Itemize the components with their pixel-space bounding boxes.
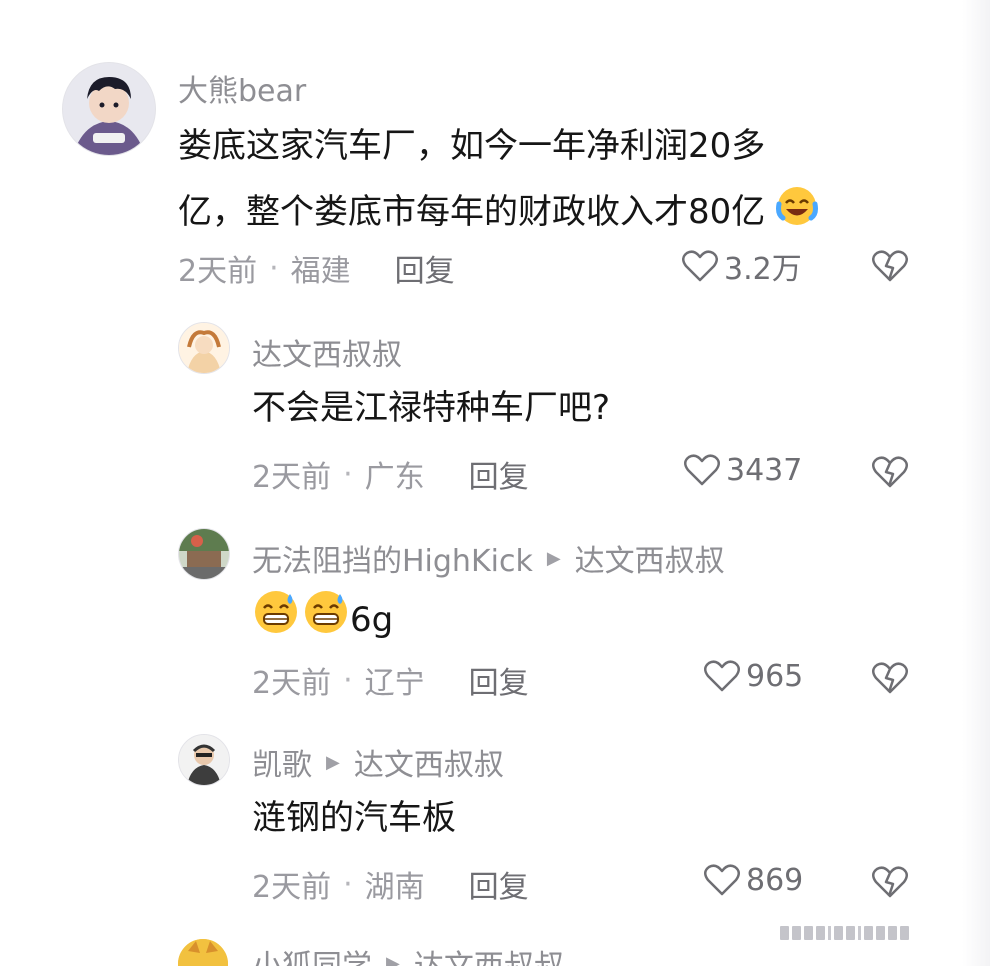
- triangle-right-icon: ▶: [326, 751, 340, 773]
- username[interactable]: 达文西叔叔: [252, 330, 402, 374]
- location: 福建: [290, 254, 351, 289]
- comment-text-line-wrap: 亿，整个娄底市每年的财政收入才80亿: [178, 184, 819, 239]
- username[interactable]: 小狐同学 ▶ 达文西叔叔: [252, 941, 564, 966]
- username[interactable]: 无法阻挡的HighKick ▶ 达文西叔叔: [252, 536, 725, 580]
- comment-text: 6g: [252, 588, 393, 651]
- timestamp: 2天前: [252, 460, 332, 495]
- avatar-illustration: [179, 529, 229, 579]
- reply-button[interactable]: 回复: [469, 452, 529, 496]
- comment-text: 不会是江禄特种车厂吧?: [252, 388, 611, 428]
- dislike-button[interactable]: [870, 658, 910, 702]
- username[interactable]: 凯歌 ▶ 达文西叔叔: [252, 740, 504, 784]
- avatar-illustration: [179, 735, 229, 785]
- username-text[interactable]: 凯歌: [252, 740, 312, 784]
- username-text[interactable]: 无法阻挡的HighKick: [252, 536, 533, 580]
- like-button[interactable]: 3437: [682, 450, 802, 490]
- heart-outline-icon: [682, 250, 718, 282]
- dislike-button[interactable]: [870, 452, 910, 496]
- reply-to-username[interactable]: 达文西叔叔: [414, 941, 564, 966]
- like-count: 965: [746, 658, 804, 694]
- broken-heart-icon: [872, 662, 908, 694]
- heart-outline-icon: [704, 660, 740, 692]
- like-button[interactable]: 869: [702, 860, 803, 900]
- username-text[interactable]: 小狐同学: [252, 941, 372, 966]
- comment-text: 涟钢的汽车板: [252, 798, 456, 838]
- comment-text-line: 娄底这家汽车厂，如今一年净利润20多: [178, 126, 766, 166]
- username-text[interactable]: 大熊bear: [178, 66, 306, 110]
- separator-dot: ·: [343, 662, 353, 698]
- username-text[interactable]: 达文西叔叔: [252, 330, 402, 374]
- comment-text: 娄底这家汽车厂，如今一年净利润20多 亿，整个娄底市每年的财政收入才80亿: [178, 124, 819, 239]
- triangle-right-icon: ▶: [546, 547, 561, 569]
- timestamp: 2天前: [178, 254, 258, 289]
- avatar-illustration: [179, 323, 229, 373]
- location: 湖南: [364, 870, 425, 905]
- reply-to-username[interactable]: 达文西叔叔: [575, 536, 725, 580]
- avatar[interactable]: [178, 322, 230, 374]
- sweat-grin-emoji-icon: [252, 588, 300, 651]
- like-count: 869: [746, 862, 804, 898]
- comment-meta: 2天前 · 广东 回复: [252, 452, 529, 496]
- avatar[interactable]: [178, 939, 228, 966]
- separator-dot: ·: [343, 866, 353, 902]
- scroll-edge: [962, 0, 990, 966]
- avatar[interactable]: [178, 734, 230, 786]
- laughing-crying-emoji-icon: [775, 184, 819, 239]
- sweat-grin-emoji-icon: [302, 588, 350, 651]
- reply-to-username[interactable]: 达文西叔叔: [354, 740, 504, 784]
- location: 广东: [364, 460, 425, 495]
- avatar-illustration: [63, 63, 155, 155]
- avatar[interactable]: [178, 528, 230, 580]
- comment-text-line: 亿，整个娄底市每年的财政收入才80亿: [178, 191, 766, 232]
- reply-button[interactable]: 回复: [395, 246, 455, 290]
- timestamp: 2天前: [252, 666, 332, 701]
- separator-dot: ·: [343, 456, 353, 492]
- timestamp: 2天前: [252, 870, 332, 905]
- reply-item-partial: 小狐同学 ▶ 达文西叔叔: [0, 935, 990, 966]
- location: 辽宁: [364, 666, 425, 701]
- triangle-right-icon: ▶: [386, 952, 400, 966]
- heart-outline-icon: [704, 864, 740, 896]
- username[interactable]: 大熊bear: [178, 66, 306, 110]
- comment-text-value: 6g: [350, 599, 394, 640]
- avatar[interactable]: [62, 62, 156, 156]
- heart-outline-icon: [684, 454, 720, 486]
- broken-heart-icon: [872, 866, 908, 898]
- separator-dot: ·: [269, 250, 279, 286]
- like-count: 3.2万: [724, 252, 802, 287]
- dislike-button[interactable]: [870, 246, 910, 290]
- avatar-illustration: [178, 939, 228, 966]
- like-button[interactable]: 3.2万: [680, 244, 802, 288]
- comment-meta: 2天前 · 湖南 回复: [252, 862, 529, 906]
- reply-button[interactable]: 回复: [469, 658, 529, 702]
- reply-button[interactable]: 回复: [469, 862, 529, 906]
- comment-meta: 2天前 · 辽宁 回复: [252, 658, 529, 702]
- comment-thread: 大熊bear 娄底这家汽车厂，如今一年净利润20多 亿，整个娄底市每年的财政收入…: [0, 0, 990, 966]
- broken-heart-icon: [872, 456, 908, 488]
- like-button[interactable]: 965: [702, 656, 803, 696]
- broken-heart-icon: [872, 250, 908, 282]
- dislike-button[interactable]: [870, 862, 910, 906]
- comment-meta: 2天前 · 福建 回复: [178, 246, 455, 290]
- like-count: 3437: [726, 452, 803, 488]
